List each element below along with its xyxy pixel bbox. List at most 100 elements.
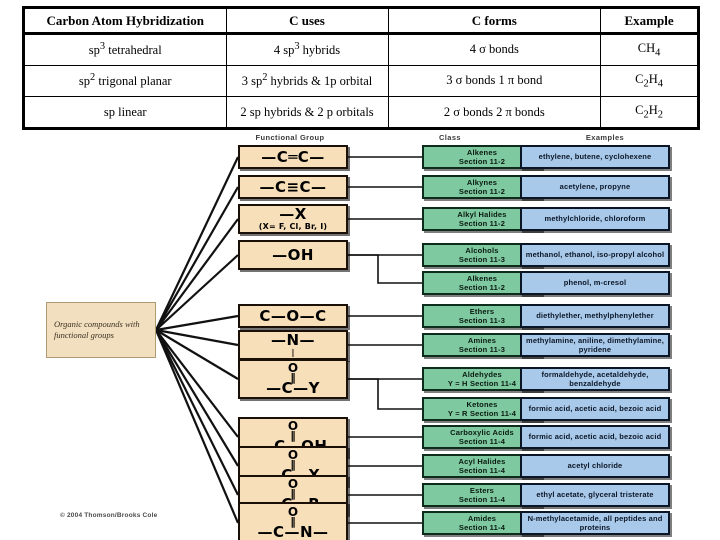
cell-example: C2H2 [600,96,699,129]
class-section: Y = H Section 11-4 [447,379,517,388]
connector-origin-to-group [155,218,239,331]
col-header-c-forms: C forms [387,7,602,35]
cell-c-uses: 3 sp2 hybrids & 1p orbital [225,64,389,98]
cell-hybridization: sp linear [23,96,227,129]
table-row: sp3 tetrahedral 4 sp3 hybrids 4 σ bonds CH4 [23,33,699,66]
examples-text: formaldehyde, acetaldehyde, benzaldehyde [541,369,649,388]
class-name: Aldehydes [462,369,502,379]
examples-text: ethylene, butene, cyclohexene [538,152,652,162]
class-name: Amides [467,513,497,523]
connector-group-to-class [348,254,422,284]
class-name: Amines [467,335,497,345]
cell-example: CH4 [600,33,699,66]
functional-group-formula: C—O—C [259,306,327,325]
class-section: Section 11-2 [458,219,506,228]
examples-text: diethylether, methylphenylether [536,311,654,321]
examples-text: formic acid, acetic acid, bezoic acid [528,404,662,414]
table-row: sp2 trigonal planar 3 sp2 hybrids & 1p or… [23,64,699,98]
class-section: Section 11-4 [458,466,506,475]
functional-group-formula: —N— [270,331,316,349]
examples-node: methanol, ethanol, iso-propyl alcohol [520,243,670,267]
col-header-hybridization: Carbon Atom Hybridization [23,7,227,35]
examples-text: formic acid, acetic acid, bezoic acid [528,432,662,442]
class-name: Acyl Halides [458,456,506,466]
class-section: Section 11-3 [458,316,506,325]
double-bond-line-icon: ‖ [290,486,296,500]
cell-c-forms: 4 σ bonds [387,33,602,66]
functional-group-formula: —C═C— [261,147,325,166]
class-name: Alkynes [466,177,498,187]
cell-hybridization: sp2 trigonal planar [23,64,227,98]
functional-group-node: —C═C— [238,145,348,169]
class-name: Esters [469,485,495,495]
cell-example: C2H4 [600,64,699,98]
diagram-column-header-class: Class [438,133,461,142]
examples-node: formaldehyde, acetaldehyde, benzaldehyde [520,367,670,391]
cell-c-forms: 2 σ bonds 2 π bonds [387,96,602,129]
functional-group-formula: —OH [272,245,314,264]
class-section: Section 11-4 [458,437,506,446]
examples-text: methylchloride, chloroform [544,214,646,224]
diagram-column-header-examples: Examples [585,133,625,142]
connector-group-to-class [348,378,422,410]
table-header-row: Carbon Atom Hybridization C uses C forms… [23,7,699,35]
cell-c-uses: 2 sp hybrids & 2 p orbitals [225,96,389,129]
copyright-notice: © 2004 Thomson/Brooks Cole [60,512,158,519]
functional-group-formula: —X [279,205,307,223]
class-section: Section 11-2 [458,187,506,196]
double-bond-line-icon: ‖ [290,370,296,384]
examples-text: acetylene, propyne [559,182,631,192]
hybridization-table-body: sp3 tetrahedral 4 sp3 hybrids 4 σ bonds CH4… [23,33,699,129]
origin-node-organic-compounds: Organic compounds with functional groups [46,302,156,358]
functional-group-subtext: | [291,348,295,357]
double-bond-line-icon: ‖ [290,428,296,442]
examples-node: N-methylacetamide, all peptides and prot… [520,511,670,535]
class-name: Ketones [466,399,498,409]
functional-group-node: O ‖ —C—Y [238,359,348,399]
class-section: Section 11-2 [458,157,506,166]
functional-group-node: C—O—C [238,304,348,328]
functional-group-node: —X (X= F, Cl, Br, I) [238,204,348,234]
class-section: Section 11-4 [458,523,506,532]
examples-text: N-methylacetamide, all peptides and prot… [527,513,663,532]
class-name: Alkenes [466,147,498,157]
examples-node: acetyl chloride [520,454,670,478]
class-section: Section 11-3 [458,345,506,354]
cell-c-forms: 3 σ bonds 1 π bond [387,64,602,98]
examples-node: diethylether, methylphenylether [520,304,670,328]
examples-node: formic acid, acetic acid, bezoic acid [520,397,670,421]
examples-node: ethylene, butene, cyclohexene [520,145,670,169]
connector-origin-to-group [154,329,240,524]
connector-origin-to-group [155,329,239,467]
examples-node: methylchloride, chloroform [520,207,670,231]
functional-group-node: —C≡C— [238,175,348,199]
class-name: Alkenes [466,273,498,283]
col-header-example: Example [600,7,699,35]
origin-node-label: Organic compounds with functional groups [54,318,140,340]
examples-text: phenol, m-cresol [563,278,627,288]
examples-node: phenol, m-cresol [520,271,670,295]
class-section: Section 11-3 [458,255,506,264]
functional-group-node: —N— | [238,330,348,360]
functional-group-node: —OH [238,240,348,270]
class-section: Section 11-4 [458,495,506,504]
double-bond-line-icon: ‖ [290,514,296,528]
examples-text: methylamine, aniline, dimethylamine, pyr… [526,335,664,354]
functional-group-formula: —C≡C— [259,177,327,196]
col-header-c-uses: C uses [225,7,389,35]
examples-node: ethyl acetate, glyceral tristerate [520,483,670,507]
class-section: Section 11-2 [458,283,506,292]
diagram-column-header-functional-group: Functional Group [255,133,325,142]
connector-origin-to-group [155,186,239,331]
class-name: Alkyl Halides [457,209,507,219]
examples-text: ethyl acetate, glyceral tristerate [536,490,654,500]
examples-node: formic acid, acetic acid, bezoic acid [520,425,670,449]
cell-c-uses: 4 sp3 hybrids [225,33,389,66]
double-bond-line-icon: ‖ [290,457,296,471]
class-name: Ethers [469,306,495,316]
examples-text: methanol, ethanol, iso-propyl alcohol [525,250,665,260]
hybridization-table-container: Carbon Atom Hybridization C uses C forms… [22,6,700,130]
functional-group-subtext: (X= F, Cl, Br, I) [258,222,328,231]
hybridization-table: Carbon Atom Hybridization C uses C forms… [22,6,700,130]
connector-origin-to-group [155,156,239,331]
